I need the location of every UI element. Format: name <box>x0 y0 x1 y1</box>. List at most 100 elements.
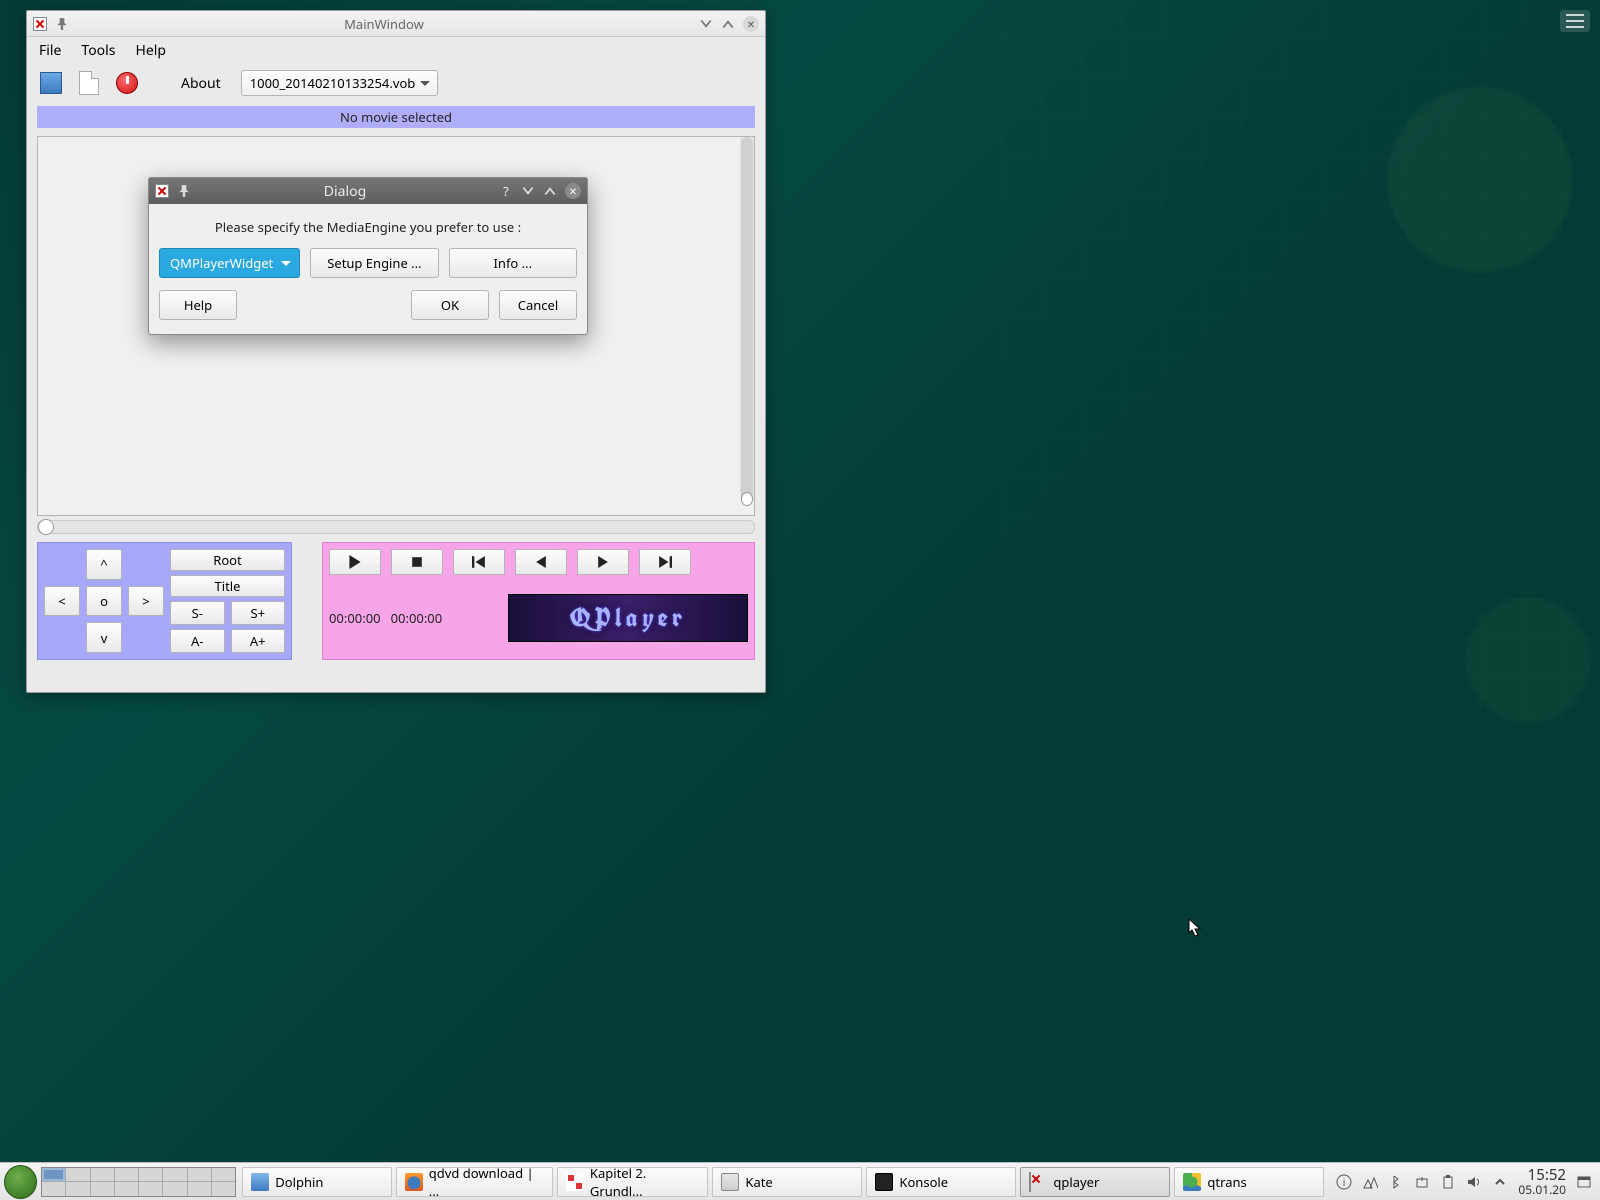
play-button[interactable] <box>329 549 381 575</box>
task-qtrans[interactable]: qtrans <box>1174 1167 1324 1197</box>
task-qplayer[interactable]: qplayer <box>1020 1167 1170 1197</box>
dialog-shade-up-icon[interactable] <box>543 184 557 198</box>
file-combo[interactable]: 1000_20140210133254.vob <box>241 70 439 96</box>
menu-tools[interactable]: Tools <box>81 41 115 60</box>
volume-tray-icon[interactable] <box>1466 1174 1482 1190</box>
tray-expand-icon[interactable] <box>1492 1174 1508 1190</box>
time-current: 00:00:00 <box>329 609 381 627</box>
dialog-title: Dialog <box>199 182 491 201</box>
about-label[interactable]: About <box>181 74 221 93</box>
qplayer-icon <box>1029 1173 1047 1191</box>
app-icon <box>33 17 47 31</box>
media-engine-dialog: Dialog ? ✕ Please specify the MediaEngin… <box>148 177 588 335</box>
task-label: Kapitel 2. Grundl... <box>590 1164 700 1200</box>
menu-file[interactable]: File <box>39 41 61 60</box>
clock-date: 05.01.20 <box>1518 1183 1566 1196</box>
pin-icon[interactable] <box>55 17 69 31</box>
close-icon[interactable]: ✕ <box>743 16 759 32</box>
mouse-cursor <box>1188 918 1202 938</box>
playback-panel: 00:00:00 00:00:00 QPlayer <box>322 542 755 660</box>
title-button[interactable]: Title <box>170 575 285 597</box>
dialog-close-icon[interactable]: ✕ <box>565 183 581 199</box>
vertical-scrollbar[interactable] <box>740 137 754 501</box>
dolphin-icon <box>251 1173 269 1191</box>
rewind-button[interactable] <box>515 549 567 575</box>
toolbar: About 1000_20140210133254.vob <box>27 63 765 103</box>
task-firefox[interactable]: qdvd download | ... <box>396 1167 553 1197</box>
show-desktop-icon[interactable] <box>1576 1174 1592 1190</box>
svg-text:i: i <box>1343 1175 1346 1189</box>
nav-up-button[interactable]: ^ <box>86 549 122 580</box>
desktop-menu-button[interactable] <box>1560 10 1590 32</box>
nav-right-button[interactable]: > <box>128 586 164 617</box>
main-window: MainWindow ✕ File Tools Help About 1000_… <box>26 10 766 693</box>
task-label: Dolphin <box>275 1173 323 1191</box>
task-label: qtrans <box>1207 1173 1246 1191</box>
task-label: Kate <box>745 1173 772 1191</box>
maximize-icon[interactable] <box>721 17 735 31</box>
desktop-pager[interactable] <box>41 1167 236 1197</box>
engine-combo-value: QMPlayerWidget <box>170 254 273 272</box>
nav-center-button[interactable]: o <box>86 586 122 617</box>
qtrans-icon <box>1183 1173 1201 1191</box>
clock[interactable]: 15:52 05.01.20 <box>1518 1167 1566 1197</box>
clipboard-tray-icon[interactable] <box>1440 1174 1456 1190</box>
prev-button[interactable] <box>453 549 505 575</box>
window-title: MainWindow <box>77 15 691 33</box>
task-kapitel[interactable]: Kapitel 2. Grundl... <box>557 1167 708 1197</box>
status-strip: No movie selected <box>37 106 755 128</box>
task-label: Konsole <box>899 1173 948 1191</box>
toolbar-new-button[interactable] <box>75 69 103 97</box>
dialog-help-icon[interactable]: ? <box>499 184 513 198</box>
dialog-app-icon <box>155 184 169 198</box>
menu-help[interactable]: Help <box>135 41 166 60</box>
system-tray: i 15:52 05.01.20 <box>1328 1167 1600 1197</box>
next-button[interactable] <box>639 549 691 575</box>
dialog-message: Please specify the MediaEngine you prefe… <box>159 218 577 236</box>
root-button[interactable]: Root <box>170 549 285 571</box>
time-total: 00:00:00 <box>391 609 443 627</box>
menubar: File Tools Help <box>27 37 765 63</box>
kate-icon <box>721 1173 739 1191</box>
main-titlebar[interactable]: MainWindow ✕ <box>27 11 765 37</box>
file-combo-value: 1000_20140210133254.vob <box>250 74 416 92</box>
dialog-titlebar[interactable]: Dialog ? ✕ <box>149 178 587 204</box>
toolbar-power-button[interactable] <box>113 69 141 97</box>
subtitle-minus-button[interactable]: S- <box>170 601 225 625</box>
toolbar-image-button[interactable] <box>37 69 65 97</box>
subtitle-plus-button[interactable]: S+ <box>231 601 286 625</box>
info-button[interactable]: Info ... <box>449 248 577 278</box>
task-label: qplayer <box>1053 1173 1099 1191</box>
nav-down-button[interactable]: v <box>86 622 122 653</box>
engine-combo[interactable]: QMPlayerWidget <box>159 248 300 278</box>
forward-button[interactable] <box>577 549 629 575</box>
task-label: qdvd download | ... <box>429 1164 545 1200</box>
setup-engine-button[interactable]: Setup Engine ... <box>310 248 438 278</box>
player-logo: QPlayer <box>508 594 748 642</box>
task-konsole[interactable]: Konsole <box>866 1167 1016 1197</box>
seek-slider[interactable] <box>37 520 755 534</box>
dvd-nav-panel: ^ < o > v Root Title S- S+ A- A+ <box>37 542 292 660</box>
ok-button[interactable]: OK <box>411 290 489 320</box>
dialog-shade-down-icon[interactable] <box>521 184 535 198</box>
status-text: No movie selected <box>340 108 452 126</box>
doc-icon <box>566 1173 584 1191</box>
updates-tray-icon[interactable] <box>1414 1174 1430 1190</box>
task-kate[interactable]: Kate <box>712 1167 862 1197</box>
audio-plus-button[interactable]: A+ <box>231 629 286 653</box>
info-tray-icon[interactable]: i <box>1336 1174 1352 1190</box>
dialog-pin-icon[interactable] <box>177 184 191 198</box>
task-dolphin[interactable]: Dolphin <box>242 1167 392 1197</box>
konsole-icon <box>875 1173 893 1191</box>
stop-button[interactable] <box>391 549 443 575</box>
audio-minus-button[interactable]: A- <box>170 629 225 653</box>
start-button[interactable] <box>4 1165 37 1199</box>
nav-left-button[interactable]: < <box>44 586 80 617</box>
taskbar: Dolphin qdvd download | ... Kapitel 2. G… <box>0 1162 1600 1200</box>
bluetooth-tray-icon[interactable] <box>1388 1174 1404 1190</box>
cancel-button[interactable]: Cancel <box>499 290 577 320</box>
minimize-icon[interactable] <box>699 17 713 31</box>
help-button[interactable]: Help <box>159 290 237 320</box>
firefox-icon <box>405 1173 423 1191</box>
network-tray-icon[interactable] <box>1362 1174 1378 1190</box>
